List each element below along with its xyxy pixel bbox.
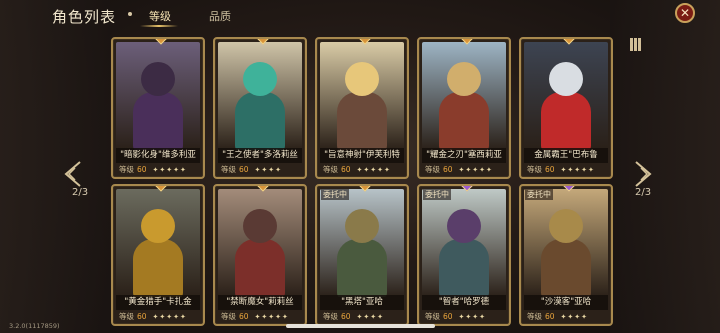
level-label: 等级 [527, 312, 542, 321]
page-indicator-right: 2/3 [635, 187, 652, 198]
character-portrait [218, 42, 302, 150]
level-label: 等级 [119, 165, 134, 174]
star-rating: ✦✦✦✦ [254, 165, 283, 174]
page-title: 角色列表 [52, 8, 117, 26]
star-rating: ✦✦✦✦✦ [560, 165, 595, 174]
home-indicator[interactable] [286, 324, 435, 328]
character-card[interactable]: "旨意神射"伊芙利特等级 60 ✦✦✦✦✦ [315, 37, 409, 179]
level-row: 等级 60 ✦✦✦✦ [320, 310, 404, 323]
level-label: 等级 [221, 165, 236, 174]
prev-page-arrow-icon[interactable] [62, 160, 84, 188]
character-portrait [116, 42, 200, 150]
character-card[interactable]: "暗影化身"维多利亚等级 60 ✦✦✦✦✦ [111, 37, 205, 179]
character-name: "黑塔"亚哈 [320, 295, 404, 310]
commission-status-badge: 委托中 [525, 189, 553, 200]
star-rating: ✦✦✦✦✦ [458, 165, 493, 174]
level-value: 60 [443, 312, 453, 321]
level-row: 等级 60 ✦✦✦✦✦ [422, 163, 506, 176]
character-card[interactable]: "耀金之刃"塞西莉亚等级 60 ✦✦✦✦✦ [417, 37, 511, 179]
tab-active-underline [140, 25, 178, 27]
level-label: 等级 [527, 165, 542, 174]
character-card[interactable]: "黄金猎手"卡扎金等级 60 ✦✦✦✦✦ [111, 184, 205, 326]
star-rating: ✦✦✦✦ [458, 312, 487, 321]
header: 角色列表 等级 品质 ✕ [0, 0, 720, 30]
close-icon: ✕ [679, 6, 691, 20]
level-label: 等级 [425, 312, 440, 321]
level-row: 等级 60 ✦✦✦✦ [218, 163, 302, 176]
grid-icon-bar [630, 38, 633, 51]
character-name: "暗影化身"维多利亚 [116, 148, 200, 163]
level-row: 等级 60 ✦✦✦✦✦ [116, 310, 200, 323]
level-value: 60 [443, 165, 453, 174]
level-row: 等级 60 ✦✦✦✦ [524, 310, 608, 323]
character-name: "智者"哈罗德 [422, 295, 506, 310]
star-rating: ✦✦✦✦✦ [254, 312, 289, 321]
character-portrait [422, 42, 506, 150]
level-label: 等级 [425, 165, 440, 174]
level-label: 等级 [323, 312, 338, 321]
character-card[interactable]: "王之使者"多洛莉丝等级 60 ✦✦✦✦ [213, 37, 307, 179]
grid-icon-bar [634, 38, 637, 51]
character-portrait [320, 189, 404, 297]
character-portrait [422, 189, 506, 297]
character-name: "耀金之刃"塞西莉亚 [422, 148, 506, 163]
tab-indicator-dot [128, 12, 132, 16]
character-portrait [524, 42, 608, 150]
close-button[interactable]: ✕ [675, 3, 695, 23]
character-name: "旨意神射"伊芙利特 [320, 148, 404, 163]
level-label: 等级 [221, 312, 236, 321]
character-card[interactable]: 金属霸王"巴布鲁等级 60 ✦✦✦✦✦ [519, 37, 613, 179]
next-page-arrow-icon[interactable] [632, 160, 654, 188]
character-name: "黄金猎手"卡扎金 [116, 295, 200, 310]
level-value: 60 [545, 165, 555, 174]
level-row: 等级 60 ✦✦✦✦✦ [320, 163, 404, 176]
level-value: 60 [545, 312, 555, 321]
version-label: 3.2.0(1117859) [9, 322, 60, 330]
star-rating: ✦✦✦✦✦ [356, 165, 391, 174]
character-name: "沙漠客"亚哈 [524, 295, 608, 310]
character-card[interactable]: 委托中 "黑塔"亚哈等级 60 ✦✦✦✦ [315, 184, 409, 326]
tab-level[interactable]: 等级 [149, 8, 171, 24]
character-portrait [524, 189, 608, 297]
level-row: 等级 60 ✦✦✦✦✦ [218, 310, 302, 323]
character-portrait [218, 189, 302, 297]
commission-status-badge: 委托中 [321, 189, 349, 200]
level-value: 60 [341, 312, 351, 321]
level-value: 60 [239, 312, 249, 321]
level-row: 等级 60 ✦✦✦✦ [422, 310, 506, 323]
grid-icon-bar [638, 38, 641, 51]
page-indicator-left: 2/3 [72, 187, 89, 198]
view-toggle-button[interactable] [630, 38, 642, 51]
character-name: 金属霸王"巴布鲁 [524, 148, 608, 163]
commission-status-badge: 委托中 [423, 189, 451, 200]
tab-quality[interactable]: 品质 [209, 8, 231, 24]
character-card[interactable]: "禁断魔女"莉莉丝等级 60 ✦✦✦✦✦ [213, 184, 307, 326]
level-value: 60 [239, 165, 249, 174]
star-rating: ✦✦✦✦✦ [152, 165, 187, 174]
character-name: "王之使者"多洛莉丝 [218, 148, 302, 163]
background-right-decor [610, 0, 720, 333]
level-row: 等级 60 ✦✦✦✦✦ [116, 163, 200, 176]
character-name: "禁断魔女"莉莉丝 [218, 295, 302, 310]
level-label: 等级 [323, 165, 338, 174]
character-portrait [116, 189, 200, 297]
background-left-decor [0, 0, 110, 333]
star-rating: ✦✦✦✦✦ [152, 312, 187, 321]
character-portrait [320, 42, 404, 150]
level-value: 60 [137, 312, 147, 321]
star-rating: ✦✦✦✦ [356, 312, 385, 321]
level-value: 60 [137, 165, 147, 174]
level-label: 等级 [119, 312, 134, 321]
character-card[interactable]: 委托中 "智者"哈罗德等级 60 ✦✦✦✦ [417, 184, 511, 326]
star-rating: ✦✦✦✦ [560, 312, 589, 321]
level-value: 60 [341, 165, 351, 174]
level-row: 等级 60 ✦✦✦✦✦ [524, 163, 608, 176]
character-card[interactable]: 委托中 "沙漠客"亚哈等级 60 ✦✦✦✦ [519, 184, 613, 326]
